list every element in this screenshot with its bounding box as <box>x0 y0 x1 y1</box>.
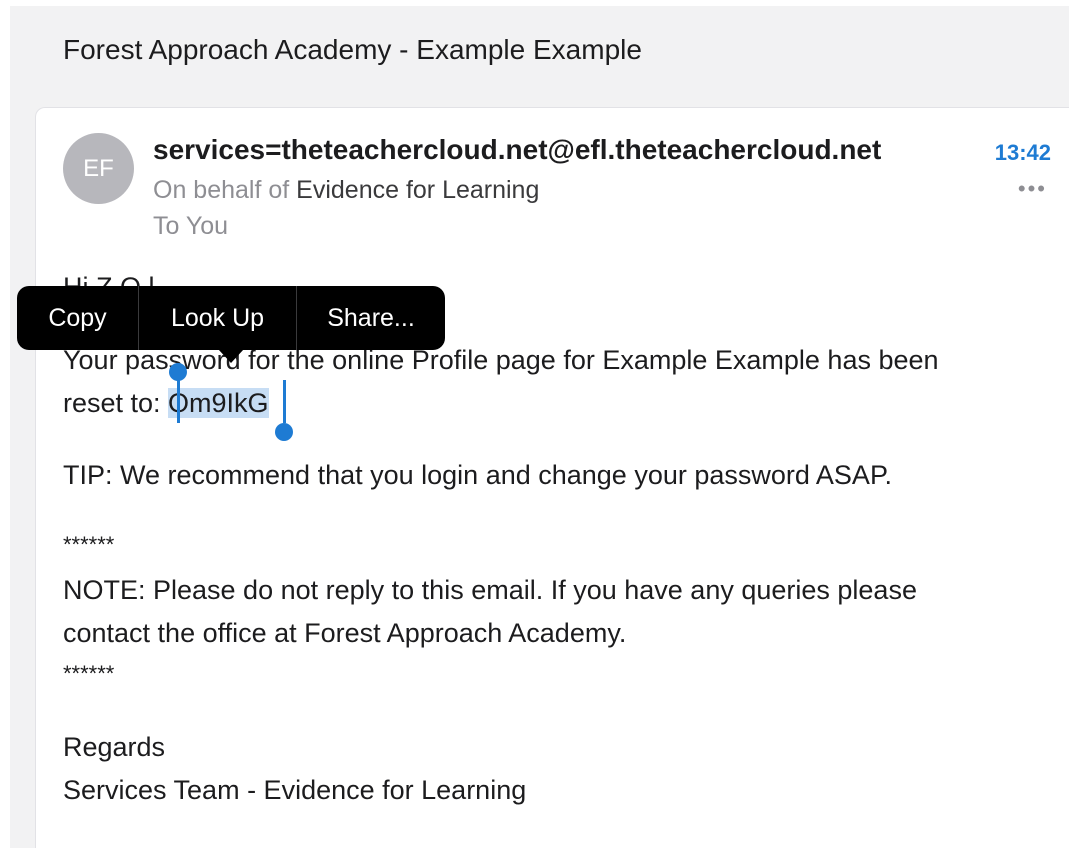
note-line-1: NOTE: Please do not reply to this email.… <box>63 575 917 605</box>
email-subject: Forest Approach Academy - Example Exampl… <box>63 34 642 65</box>
on-behalf-name[interactable]: Evidence for Learning <box>296 176 539 204</box>
separator-bottom: ****** <box>63 661 115 686</box>
signature-text: Services Team - Evidence for Learning <box>63 775 527 805</box>
on-behalf-prefix: On behalf of <box>153 176 297 204</box>
sender-email[interactable]: services=theteachercloud.net@efl.theteac… <box>153 134 881 166</box>
received-time: 13:42 <box>994 140 1051 165</box>
regards-text: Regards <box>63 732 166 762</box>
mail-reader: Forest Approach Academy - Example Exampl… <box>0 0 1069 848</box>
avatar-initials: EF <box>83 154 114 182</box>
selection-start-bar[interactable] <box>177 380 180 423</box>
selection-end-handle[interactable] <box>275 423 293 441</box>
password-prefix: reset to: <box>63 388 169 418</box>
password-line-2: reset to: Om9IkG <box>63 388 269 419</box>
recipient-line[interactable]: To You <box>153 212 228 241</box>
selection-end-bar[interactable] <box>283 380 286 423</box>
text-selection-menu: Copy Look Up Share... <box>17 286 445 350</box>
more-options-icon[interactable]: ••• <box>1018 176 1047 202</box>
copy-menu-item[interactable]: Copy <box>17 286 138 350</box>
selected-password-text[interactable]: Om9IkG <box>168 388 269 418</box>
menu-pointer-arrow <box>218 349 244 363</box>
look-up-menu-item[interactable]: Look Up <box>138 286 296 350</box>
separator-top: ****** <box>63 532 115 557</box>
selection-start-handle[interactable] <box>169 363 187 381</box>
share-menu-item[interactable]: Share... <box>296 286 445 350</box>
on-behalf-line: On behalf of Evidence for Learning <box>153 176 539 205</box>
tip-text: TIP: We recommend that you login and cha… <box>63 460 892 490</box>
note-line-2: contact the office at Forest Approach Ac… <box>63 618 627 648</box>
avatar[interactable]: EF <box>63 133 134 204</box>
